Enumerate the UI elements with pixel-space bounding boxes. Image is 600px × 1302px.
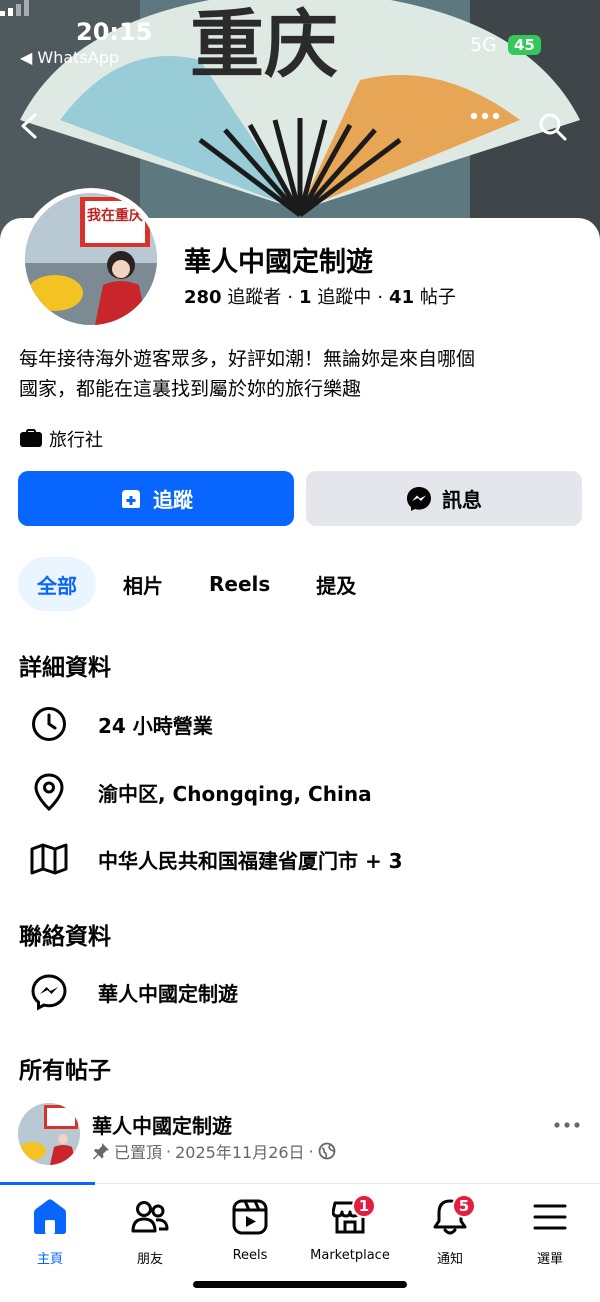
menu-icon xyxy=(533,1204,567,1230)
status-bar: 20:15 ◀ WhatsApp 5G 45 xyxy=(0,0,600,80)
profile-stats: 280 追蹤者 · 1 追蹤中 · 41 帖子 xyxy=(184,283,456,309)
more-options-button[interactable] xyxy=(470,112,506,148)
follow-icon xyxy=(122,489,140,508)
tab-reels[interactable]: Reels xyxy=(190,557,289,611)
service-area-text[interactable]: 中华人民共和国福建省厦门市 + 3 xyxy=(98,845,403,874)
page-title: 華人中國定制遊 xyxy=(184,247,373,278)
category-icon xyxy=(20,429,42,447)
friends-icon xyxy=(131,1201,169,1233)
tab-mentions[interactable]: 提及 xyxy=(297,557,375,611)
home-indicator[interactable] xyxy=(193,1281,407,1288)
map-icon xyxy=(30,843,68,875)
nav-label: 朋友 xyxy=(136,1252,163,1267)
scroll-progress xyxy=(0,1182,95,1185)
nav-reels[interactable]: Reels xyxy=(200,1196,300,1263)
avatar-sign-text: 我在重庆 xyxy=(87,207,143,224)
globe-icon xyxy=(318,1142,336,1160)
more-icon xyxy=(470,112,500,120)
service-area-row[interactable]: 中华人民共和国福建省厦门市 + 3 xyxy=(30,840,403,878)
back-button[interactable] xyxy=(18,112,54,148)
bio-line: 國家，都能在這裏找到屬於妳的旅行樂趣 xyxy=(19,378,362,400)
messenger-icon xyxy=(31,974,67,1011)
posts-count: 41 xyxy=(389,287,415,308)
nav-notifications[interactable]: 5 通知 xyxy=(400,1194,500,1267)
status-time: 20:15 xyxy=(76,18,153,46)
nav-home[interactable]: 主頁 xyxy=(0,1196,100,1267)
message-button[interactable]: 訊息 xyxy=(306,471,582,526)
post-date[interactable]: 2025年11月26日 xyxy=(175,1139,304,1163)
tab-photos[interactable]: 相片 xyxy=(104,557,182,611)
signal-icon xyxy=(0,0,29,16)
contact-title: 聯絡資料 xyxy=(19,924,111,950)
nav-menu[interactable]: 選單 xyxy=(500,1196,600,1267)
profile-tabs: 全部 相片 Reels 提及 xyxy=(18,557,383,611)
category-row: 旅行社 xyxy=(19,426,103,452)
network-type: 5G xyxy=(470,34,497,56)
stats-separator: · xyxy=(377,287,384,308)
nav-label: 通知 xyxy=(436,1252,463,1267)
pinned-label: 已置頂 xyxy=(114,1143,163,1162)
nav-label: Marketplace xyxy=(310,1248,390,1263)
nav-friends[interactable]: 朋友 xyxy=(100,1196,200,1267)
details-title: 詳細資料 xyxy=(19,655,111,681)
following-count[interactable]: 1 xyxy=(299,287,312,308)
back-to-app[interactable]: ◀ WhatsApp xyxy=(20,48,119,67)
location-text[interactable]: 渝中区, Chongqing, China xyxy=(98,778,372,807)
nav-marketplace[interactable]: 1 Marketplace xyxy=(300,1194,400,1263)
nav-label: 選單 xyxy=(536,1252,563,1267)
messenger-contact-text[interactable]: 華人中國定制遊 xyxy=(98,978,238,1007)
post-meta: 已置頂 · 2025年11月26日 · xyxy=(92,1139,336,1163)
bio-line: 每年接待海外遊客眾多，好評如潮！無論妳是來自哪個 xyxy=(19,348,476,370)
location-row[interactable]: 渝中区, Chongqing, China xyxy=(30,773,372,811)
profile-avatar[interactable]: 我在重庆 xyxy=(20,188,162,330)
hours-text: 24 小時營業 xyxy=(98,713,213,738)
notifications-badge: 5 xyxy=(452,1194,476,1218)
location-pin-icon xyxy=(34,773,64,811)
search-button[interactable] xyxy=(538,112,574,148)
meta-separator: · xyxy=(308,1141,314,1161)
marketplace-badge: 1 xyxy=(352,1194,376,1218)
home-icon xyxy=(34,1199,66,1234)
posts-label: 帖子 xyxy=(419,287,456,308)
tab-all[interactable]: 全部 xyxy=(18,557,96,611)
message-label: 訊息 xyxy=(442,488,482,512)
post-more-button[interactable] xyxy=(554,1109,580,1134)
post-avatar-image xyxy=(18,1103,80,1165)
meta-separator: · xyxy=(166,1141,172,1161)
profile-bio: 每年接待海外遊客眾多，好評如潮！無論妳是來自哪個 國家，都能在這裏找到屬於妳的旅… xyxy=(19,344,589,404)
search-icon xyxy=(539,113,567,141)
post-avatar[interactable] xyxy=(18,1103,80,1165)
following-label[interactable]: 追蹤中 xyxy=(317,287,371,308)
reels-icon xyxy=(232,1199,268,1235)
messenger-icon xyxy=(407,486,431,511)
clock-icon xyxy=(32,707,66,741)
posts-title: 所有帖子 xyxy=(19,1058,111,1084)
post-header: 華人中國定制遊 已置頂 · 2025年11月26日 · xyxy=(18,1103,588,1183)
stats-separator: · xyxy=(287,287,294,308)
hours-row: 24 小時營業 xyxy=(30,705,213,743)
avatar-image: 我在重庆 xyxy=(25,193,157,325)
nav-label: 主頁 xyxy=(36,1252,63,1267)
pin-icon xyxy=(93,1143,109,1160)
follow-button[interactable]: 追蹤 xyxy=(18,471,294,526)
post-author[interactable]: 華人中國定制遊 xyxy=(92,1110,232,1139)
nav-label: Reels xyxy=(232,1248,268,1263)
followers-label[interactable]: 追蹤者 xyxy=(227,287,281,308)
more-icon xyxy=(554,1122,580,1128)
category-label: 旅行社 xyxy=(49,430,103,451)
chevron-left-icon xyxy=(21,113,37,139)
followers-count[interactable]: 280 xyxy=(184,287,222,308)
messenger-contact-row[interactable]: 華人中國定制遊 xyxy=(30,973,238,1011)
follow-label: 追蹤 xyxy=(153,488,193,512)
battery-indicator: 45 xyxy=(508,35,541,55)
